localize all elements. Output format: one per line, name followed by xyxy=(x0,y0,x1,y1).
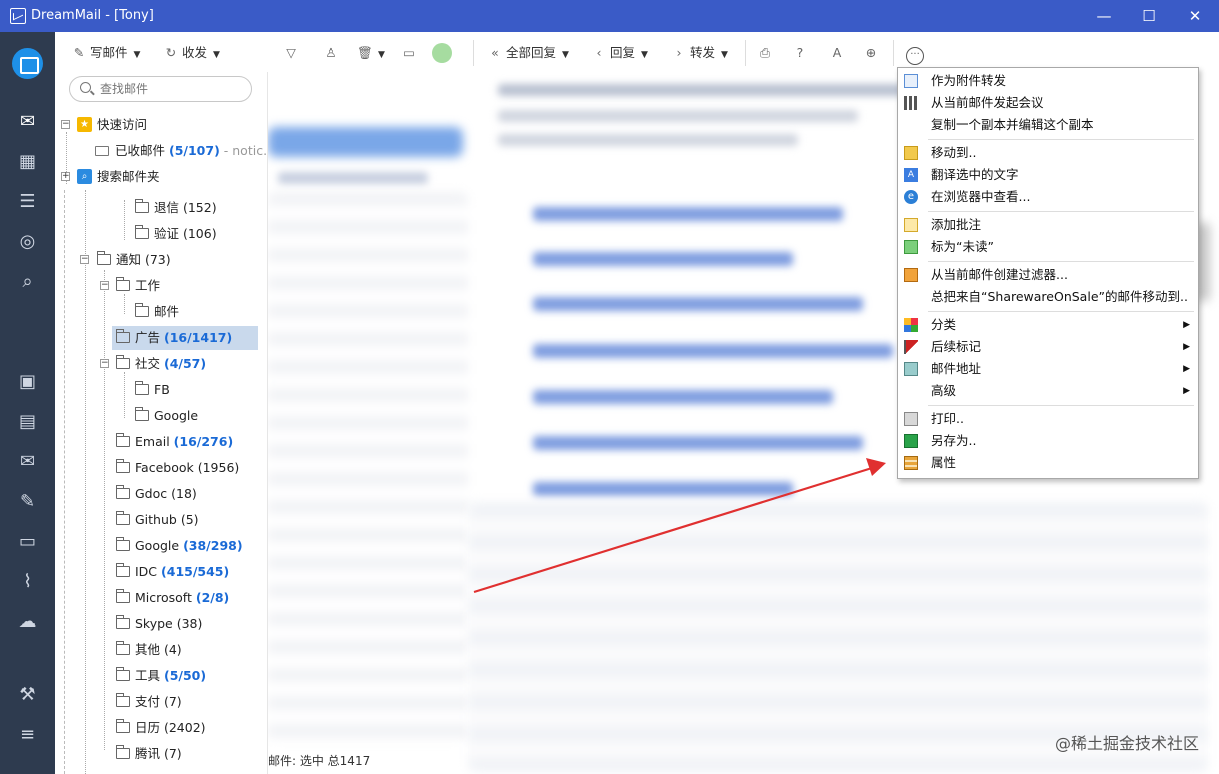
menu-print[interactable]: 打印.. xyxy=(898,408,1198,430)
menu-forward-as-attachment[interactable]: 作为附件转发 xyxy=(898,70,1198,92)
address-icon xyxy=(904,362,918,376)
meeting-icon xyxy=(904,96,918,110)
move-icon xyxy=(904,146,918,160)
context-menu: 作为附件转发 从当前邮件发起会议 复制一个副本并编辑这个副本 移动到.. A 翻… xyxy=(897,67,1199,479)
menu-always-move[interactable]: 总把来自“SharewareOnSale”的邮件移动到.. xyxy=(898,286,1198,308)
menu-create-filter[interactable]: 从当前邮件创建过滤器... xyxy=(898,264,1198,286)
menu-translate[interactable]: A 翻译选中的文字 xyxy=(898,164,1198,186)
save-icon xyxy=(904,434,918,448)
menu-advanced[interactable]: 高级 ▶ xyxy=(898,380,1198,402)
menu-separator xyxy=(928,211,1194,212)
menu-view-in-browser[interactable]: e 在浏览器中查看... xyxy=(898,186,1198,208)
print-icon xyxy=(904,412,918,426)
menu-add-note[interactable]: 添加批注 xyxy=(898,214,1198,236)
menu-separator xyxy=(928,261,1194,262)
menu-copy-edit[interactable]: 复制一个副本并编辑这个副本 xyxy=(898,114,1198,136)
forward-attachment-icon xyxy=(904,74,918,88)
filter-icon xyxy=(904,268,918,282)
properties-icon xyxy=(904,456,918,470)
watermark: @稀土掘金技术社区 xyxy=(1054,734,1199,753)
menu-follow-up[interactable]: 后续标记 ▶ xyxy=(898,336,1198,358)
menu-move-to[interactable]: 移动到.. xyxy=(898,142,1198,164)
submenu-arrow-icon: ▶ xyxy=(1183,320,1190,330)
submenu-arrow-icon: ▶ xyxy=(1183,364,1190,374)
arrow-line xyxy=(473,466,873,594)
flag-icon xyxy=(904,340,918,354)
menu-address[interactable]: 邮件地址 ▶ xyxy=(898,358,1198,380)
menu-separator xyxy=(928,139,1194,140)
category-icon xyxy=(904,318,918,332)
menu-mark-unread[interactable]: 标为“未读” xyxy=(898,236,1198,258)
submenu-arrow-icon: ▶ xyxy=(1183,342,1190,352)
arrow-head xyxy=(866,458,886,476)
menu-separator xyxy=(928,311,1194,312)
note-icon xyxy=(904,218,918,232)
menu-properties[interactable]: 属性 xyxy=(898,452,1198,474)
menu-meeting[interactable]: 从当前邮件发起会议 xyxy=(898,92,1198,114)
translate-icon: A xyxy=(904,168,918,182)
browser-icon: e xyxy=(904,190,918,204)
mark-unread-icon xyxy=(904,240,918,254)
submenu-arrow-icon: ▶ xyxy=(1183,386,1190,396)
menu-save-as[interactable]: 另存为.. xyxy=(898,430,1198,452)
menu-separator xyxy=(928,405,1194,406)
menu-category[interactable]: 分类 ▶ xyxy=(898,314,1198,336)
